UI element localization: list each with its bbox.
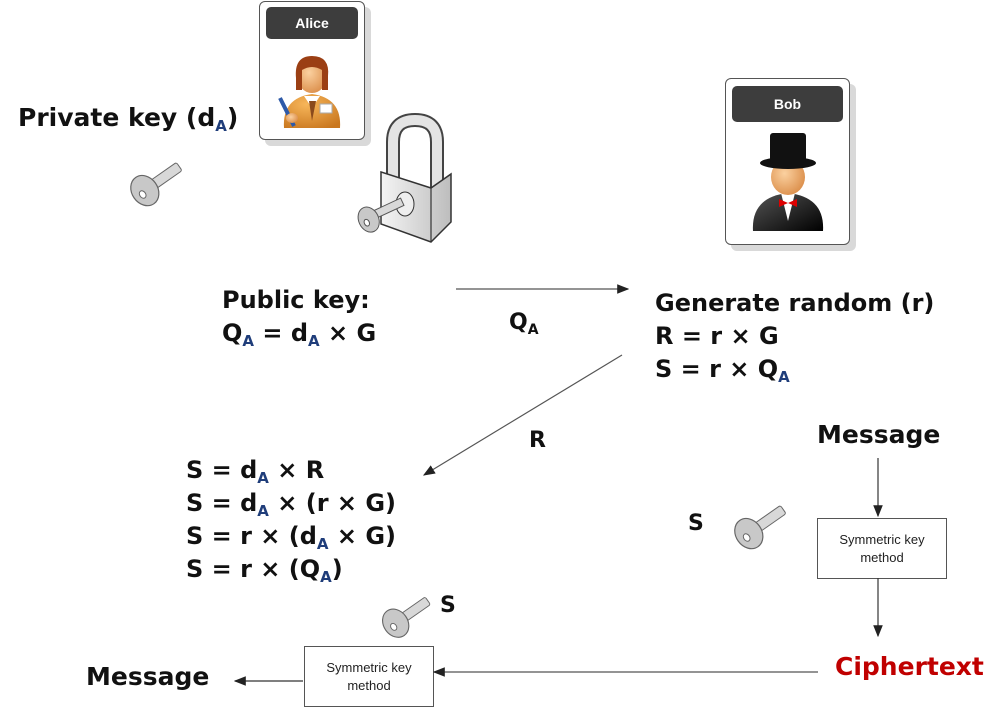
- arrow-r: [422, 354, 623, 476]
- arrows-layer: [233, 284, 883, 686]
